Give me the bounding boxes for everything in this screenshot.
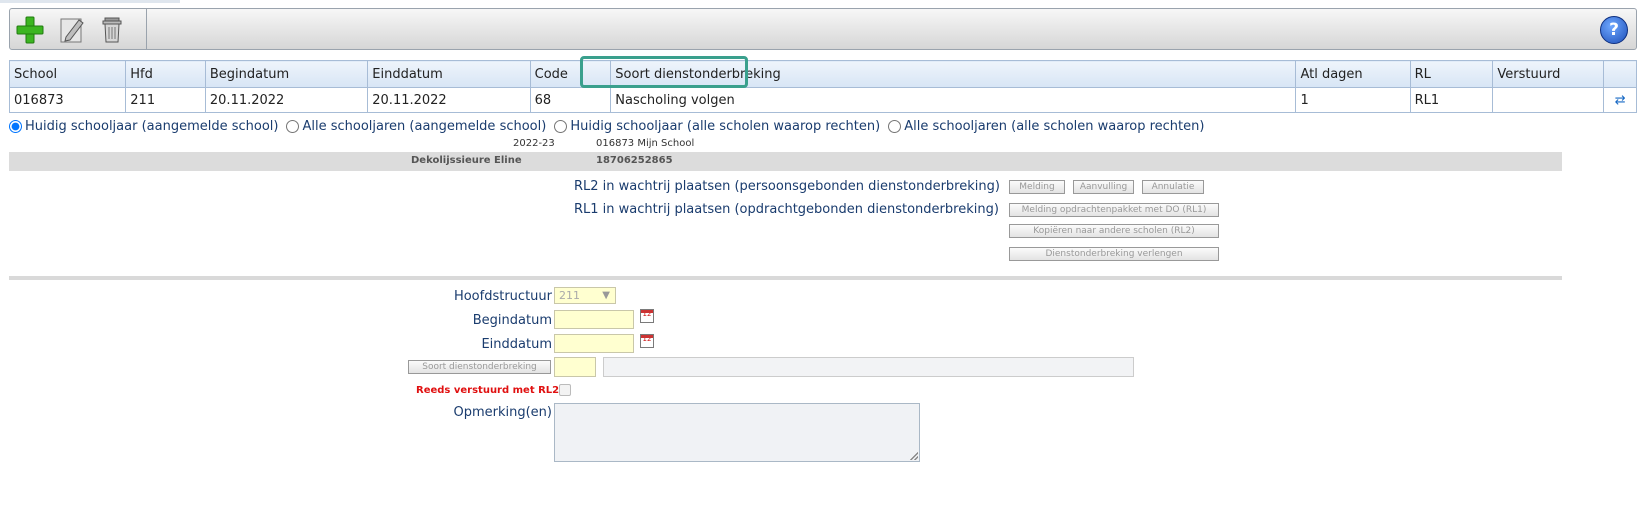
einddatum-label: Einddatum <box>481 337 552 352</box>
cell-verstuurd <box>1492 87 1605 113</box>
column-header-atl-dagen[interactable]: Atl dagen <box>1295 60 1411 88</box>
rl1-queue-text: RL1 in wachtrij plaatsen (opdrachtgebond… <box>574 202 999 217</box>
verlengen-button[interactable]: Dienstonderbreking verlengen <box>1009 247 1219 261</box>
person-band: Dekolijssieure Eline 18706252865 <box>9 152 1562 171</box>
table-header-row: School Hfd Begindatum Einddatum Code Soo… <box>8 60 1637 88</box>
schoolyear-text: 2022-23 <box>513 138 555 149</box>
radio-input[interactable] <box>286 119 300 133</box>
chevron-down-icon: ▼ <box>602 290 610 301</box>
plus-icon[interactable] <box>14 14 46 46</box>
radio-all-years-all-schools[interactable]: Alle schooljaren (alle scholen waarop re… <box>888 119 1204 134</box>
kopieren-button[interactable]: Kopiëren naar andere scholen (RL2) <box>1009 224 1219 238</box>
table-row[interactable]: 016873 211 20.11.2022 20.11.2022 68 Nasc… <box>8 87 1637 113</box>
radio-current-year-logged-school[interactable]: Huidig schooljaar (aangemelde school) <box>9 119 278 134</box>
radio-current-year-all-schools[interactable]: Huidig schooljaar (alle scholen waarop r… <box>554 119 880 134</box>
trash-icon[interactable] <box>96 14 128 46</box>
dienstonderbreking-table: School Hfd Begindatum Einddatum Code Soo… <box>8 60 1637 113</box>
opmerking-label: Opmerking(en) <box>453 405 552 420</box>
melding-opdrachtenpakket-button[interactable]: Melding opdrachtenpakket met DO (RL1) <box>1009 203 1219 217</box>
hoofdstructuur-select[interactable]: 211 ▼ <box>554 287 616 304</box>
school-text: 016873 Mijn School <box>596 138 695 149</box>
rl2-queue-text: RL2 in wachtrij plaatsen (persoonsgebond… <box>574 179 1000 194</box>
radio-input[interactable] <box>888 119 902 133</box>
begindatum-input[interactable] <box>554 310 634 329</box>
person-id: 18706252865 <box>596 155 673 166</box>
column-header-rl[interactable]: RL <box>1409 60 1494 88</box>
toolbar-separator <box>146 9 147 49</box>
reeds-verstuurd-checkbox[interactable] <box>559 384 571 396</box>
radio-input[interactable] <box>554 119 568 133</box>
reeds-verstuurd-label: Reeds verstuurd met RL2 <box>416 385 560 396</box>
cell-school: 016873 <box>8 87 127 113</box>
soort-dienstonderbreking-button[interactable]: Soort dienstonderbreking <box>408 360 551 374</box>
radio-input[interactable] <box>9 119 22 133</box>
help-icon[interactable]: ? <box>1600 16 1628 44</box>
cell-rl: RL1 <box>1409 87 1494 113</box>
calendar-icon[interactable]: 12 <box>640 309 654 323</box>
person-name: Dekolijssieure Eline <box>411 155 522 166</box>
swap-arrows-icon[interactable]: ⇄ <box>1603 87 1637 113</box>
edit-icon[interactable] <box>56 14 88 46</box>
column-header-school[interactable]: School <box>8 60 127 88</box>
opmerking-textarea[interactable] <box>554 403 920 462</box>
begindatum-label: Begindatum <box>472 313 552 328</box>
aanvulling-button[interactable]: Aanvulling <box>1073 180 1134 194</box>
hoofdstructuur-label: Hoofdstructuur <box>453 289 552 304</box>
annulatie-button[interactable]: Annulatie <box>1142 180 1204 194</box>
schoolyear-filter: Huidig schooljaar (aangemelde school) Al… <box>9 117 1204 135</box>
column-header-action <box>1603 60 1637 88</box>
cell-einddatum: 20.11.2022 <box>367 87 531 113</box>
cell-soort: Nascholing volgen <box>610 87 1297 113</box>
resize-grip-icon[interactable] <box>910 452 918 460</box>
calendar-icon[interactable]: 12 <box>640 334 654 348</box>
soort-description-field <box>603 357 1134 377</box>
cell-hfd: 211 <box>125 87 206 113</box>
melding-button[interactable]: Melding <box>1009 180 1065 194</box>
radio-all-years-logged-school[interactable]: Alle schooljaren (aangemelde school) <box>286 119 546 134</box>
section-divider <box>9 276 1562 280</box>
column-highlight <box>580 56 748 88</box>
cell-atl-dagen: 1 <box>1295 87 1411 113</box>
top-strip <box>0 0 180 3</box>
einddatum-input[interactable] <box>554 334 634 353</box>
toolbar: ? <box>9 8 1637 50</box>
column-header-verstuurd[interactable]: Verstuurd <box>1492 60 1605 88</box>
column-header-hfd[interactable]: Hfd <box>125 60 206 88</box>
column-header-einddatum[interactable]: Einddatum <box>367 60 531 88</box>
cell-begindatum: 20.11.2022 <box>204 87 369 113</box>
column-header-begindatum[interactable]: Begindatum <box>204 60 369 88</box>
hoofdstructuur-value: 211 <box>559 289 580 302</box>
cell-code: 68 <box>529 87 612 113</box>
soort-code-input[interactable] <box>554 357 596 377</box>
